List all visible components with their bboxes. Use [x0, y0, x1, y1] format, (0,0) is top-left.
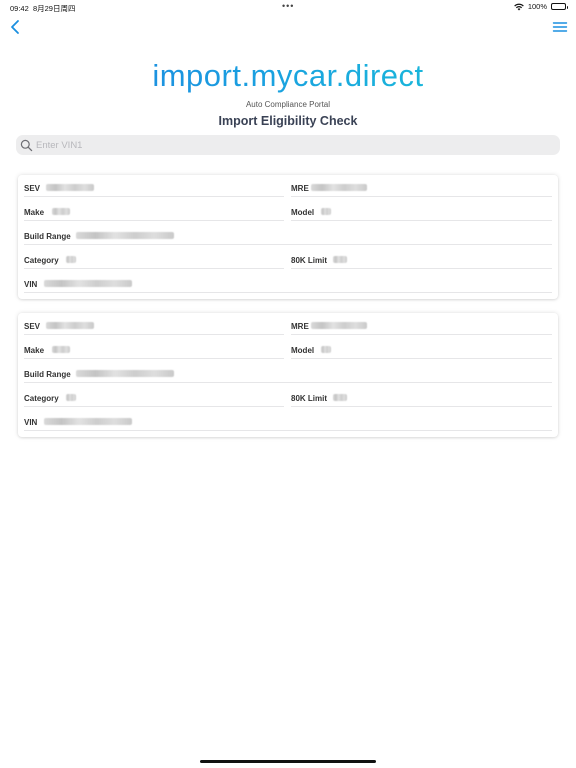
model-row: Model [291, 199, 552, 221]
sev-value-redacted [46, 322, 94, 329]
sev-row: SEV [24, 313, 284, 335]
status-indicators: 100% [514, 2, 568, 11]
vin-value-redacted [44, 418, 132, 425]
build-range-row: Build Range [24, 223, 552, 245]
model-value-redacted [321, 208, 331, 215]
limit-value-redacted [333, 394, 347, 401]
battery-icon [551, 3, 568, 10]
mre-value-redacted [311, 322, 367, 329]
search-icon [20, 139, 33, 151]
sev-label: SEV [24, 184, 41, 193]
category-label: Category [24, 394, 59, 403]
sev-row: SEV [24, 175, 284, 197]
sev-label: SEV [24, 322, 41, 331]
status-time: 09:42 8月29日周四 [10, 3, 75, 14]
portal-subtitle: Auto Compliance Portal [245, 100, 331, 109]
sev-value-redacted [46, 184, 94, 191]
wifi-icon [514, 3, 524, 10]
limit-row: 80K Limit [291, 385, 552, 407]
status-clock: 09:42 [10, 4, 29, 13]
menu-button[interactable] [552, 19, 568, 35]
build-range-value-redacted [76, 370, 174, 377]
hamburger-menu-icon [552, 22, 568, 32]
mre-row: MRE [291, 313, 552, 335]
vin-value-redacted [44, 280, 132, 287]
mre-label: MRE [291, 322, 309, 331]
limit-row: 80K Limit [291, 247, 552, 269]
build-range-label: Build Range [24, 370, 71, 379]
brand-logo: import.mycar.direct [0, 58, 576, 94]
vin-search-bar[interactable] [16, 135, 560, 155]
category-row: Category [24, 385, 284, 407]
vin-search-input[interactable] [36, 139, 536, 151]
category-value-redacted [66, 394, 76, 401]
build-range-row: Build Range [24, 361, 552, 383]
home-indicator[interactable] [200, 760, 376, 763]
make-value-redacted [52, 346, 70, 353]
limit-value-redacted [333, 256, 347, 263]
mre-value-redacted [311, 184, 367, 191]
mre-label: MRE [291, 184, 309, 193]
vin-label: VIN [24, 280, 38, 289]
status-bar: 09:42 8月29日周四 ••• 100% [0, 0, 576, 14]
chevron-left-icon [11, 20, 19, 34]
limit-label: 80K Limit [291, 256, 328, 265]
limit-label: 80K Limit [291, 394, 328, 403]
category-value-redacted [66, 256, 76, 263]
make-row: Make [24, 199, 284, 221]
model-label: Model [291, 208, 315, 217]
make-label: Make [24, 346, 45, 355]
result-card: SEV MRE Make Model Build Range Category … [18, 313, 558, 437]
vin-row: VIN [24, 271, 552, 293]
category-label: Category [24, 256, 59, 265]
vin-row: VIN [24, 409, 552, 431]
model-row: Model [291, 337, 552, 359]
model-value-redacted [321, 346, 331, 353]
page-title: Import Eligibility Check [218, 114, 358, 128]
app-screen: 09:42 8月29日周四 ••• 100% import.mycar.dire… [0, 0, 576, 768]
vin-label: VIN [24, 418, 38, 427]
multitasking-dots[interactable]: ••• [282, 1, 294, 11]
back-button[interactable] [8, 18, 24, 36]
build-range-label: Build Range [24, 232, 71, 241]
status-date: 8月29日周四 [32, 4, 76, 13]
result-card: SEV MRE Make Model Build Range Category … [18, 175, 558, 299]
category-row: Category [24, 247, 284, 269]
mre-row: MRE [291, 175, 552, 197]
battery-percent: 100% [527, 2, 547, 11]
make-label: Make [24, 208, 45, 217]
model-label: Model [291, 346, 315, 355]
make-row: Make [24, 337, 284, 359]
build-range-value-redacted [76, 232, 174, 239]
make-value-redacted [52, 208, 70, 215]
